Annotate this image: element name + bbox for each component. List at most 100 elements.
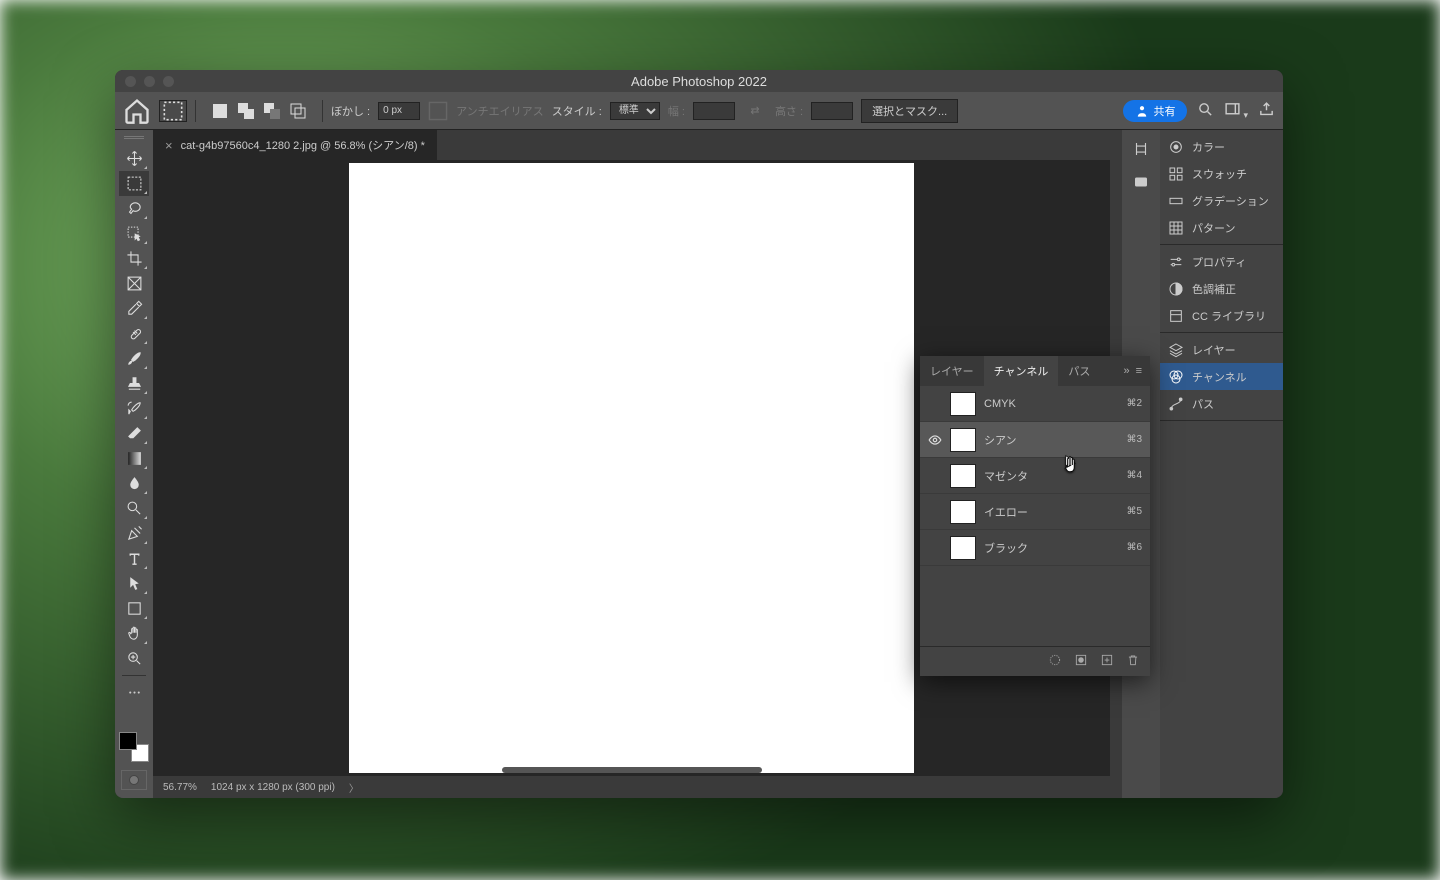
channel-name: マゼンタ (984, 468, 1118, 484)
status-menu-icon[interactable]: 〉 (349, 780, 359, 795)
object-select-tool[interactable] (119, 221, 149, 246)
right-panel-stack: カラー スウォッチ グラデーション パターン プロパティ 色調補正 CC ライブ… (1160, 130, 1283, 798)
document-tab[interactable]: × cat-g4b97560c4_1280 2.jpg @ 56.8% (シアン… (153, 130, 437, 160)
options-bar: ぼかし : アンチエイリアス スタイル : 標準 幅 : ⇄ 高さ : 選択とマ… (115, 92, 1283, 130)
panel-adjustments[interactable]: 色調補正 (1160, 275, 1283, 302)
channel-row[interactable]: CMYK ⌘2 (920, 386, 1150, 422)
style-label: スタイル : (552, 103, 602, 119)
channels-panel-footer (920, 646, 1150, 676)
search-icon[interactable] (1197, 101, 1214, 121)
load-selection-icon[interactable] (1048, 653, 1062, 670)
export-icon[interactable] (1258, 101, 1275, 121)
history-brush-tool[interactable] (119, 396, 149, 421)
channel-row[interactable]: イエロー⌘5 (920, 494, 1150, 530)
gradient-tool[interactable] (119, 446, 149, 471)
panel-channels[interactable]: チャンネル (1160, 363, 1283, 390)
type-tool[interactable] (119, 546, 149, 571)
path-select-tool[interactable] (119, 571, 149, 596)
panel-libraries[interactable]: CC ライブラリ (1160, 302, 1283, 329)
panel-properties[interactable]: プロパティ (1160, 248, 1283, 275)
brush-tool[interactable] (119, 346, 149, 371)
tool-preset[interactable] (159, 100, 187, 122)
channel-name: シアン (984, 432, 1118, 448)
zoom-level[interactable]: 56.77% (163, 782, 197, 793)
workspace-icon[interactable]: ▾ (1224, 101, 1248, 121)
channel-row[interactable]: ブラック ⌘6 (920, 530, 1150, 566)
feather-input[interactable] (378, 102, 420, 120)
channel-thumbnail (950, 500, 976, 524)
crop-tool[interactable] (119, 246, 149, 271)
collapse-panel-icon[interactable]: » (1123, 365, 1129, 377)
toolbar-grip[interactable] (124, 136, 144, 140)
toolbar (115, 130, 153, 798)
channel-thumbnail (950, 392, 976, 416)
add-selection-icon[interactable] (236, 101, 256, 121)
feather-label: ぼかし : (331, 103, 370, 119)
tab-channels[interactable]: チャンネル (984, 356, 1059, 386)
move-tool[interactable] (119, 146, 149, 171)
channel-shortcut: ⌘2 (1126, 398, 1142, 409)
antialias-label: アンチエイリアス (456, 103, 544, 119)
panel-patterns[interactable]: パターン (1160, 214, 1283, 241)
channel-row[interactable]: シアン⌘3 (920, 422, 1150, 458)
lasso-tool[interactable] (119, 196, 149, 221)
tab-paths[interactable]: パス (1058, 356, 1100, 386)
delete-channel-icon[interactable] (1126, 653, 1140, 670)
visibility-toggle[interactable] (928, 541, 942, 555)
shape-tool[interactable] (119, 596, 149, 621)
hand-tool[interactable] (119, 621, 149, 646)
tab-layers[interactable]: レイヤー (920, 356, 984, 386)
healing-tool[interactable] (119, 321, 149, 346)
channel-row[interactable]: マゼンタ⌘4 (920, 458, 1150, 494)
marquee-tool[interactable] (119, 171, 149, 196)
select-and-mask-button[interactable]: 選択とマスク... (861, 99, 958, 123)
visibility-toggle[interactable] (928, 469, 942, 483)
panel-menu-icon[interactable]: ≡ (1136, 365, 1142, 377)
eyedropper-tool[interactable] (119, 296, 149, 321)
dock-icon-2[interactable] (1132, 173, 1150, 196)
visibility-toggle[interactable] (928, 397, 942, 411)
visibility-toggle[interactable] (928, 505, 942, 519)
new-channel-icon[interactable] (1100, 653, 1114, 670)
canvas[interactable] (349, 163, 914, 773)
channels-panel-tabs: レイヤー チャンネル パス » ≡ (920, 356, 1150, 386)
dodge-tool[interactable] (119, 496, 149, 521)
zoom-tool[interactable] (119, 646, 149, 671)
swap-dimensions-icon: ⇄ (743, 101, 767, 121)
window-controls[interactable] (125, 76, 174, 87)
color-swatches[interactable] (119, 732, 149, 762)
save-selection-icon[interactable] (1074, 653, 1088, 670)
channel-shortcut: ⌘6 (1126, 542, 1142, 553)
panel-layers[interactable]: レイヤー (1160, 336, 1283, 363)
subtract-selection-icon[interactable] (262, 101, 282, 121)
width-label: 幅 : (668, 103, 685, 119)
status-bar: 56.77% 1024 px x 1280 px (300 ppi) 〉 (153, 776, 1110, 798)
document-info[interactable]: 1024 px x 1280 px (300 ppi) (211, 782, 335, 793)
share-button[interactable]: 共有 (1123, 100, 1187, 122)
intersect-selection-icon[interactable] (288, 101, 308, 121)
style-select[interactable]: 標準 (610, 102, 660, 120)
height-input (811, 102, 853, 120)
edit-toolbar-icon[interactable] (119, 680, 149, 705)
panel-paths[interactable]: パス (1160, 390, 1283, 417)
pen-tool[interactable] (119, 521, 149, 546)
horizontal-scrollbar[interactable] (502, 767, 762, 773)
height-label: 高さ : (775, 103, 803, 119)
blur-tool[interactable] (119, 471, 149, 496)
new-selection-icon[interactable] (210, 101, 230, 121)
channel-name: ブラック (984, 540, 1118, 556)
eraser-tool[interactable] (119, 421, 149, 446)
panel-color[interactable]: カラー (1160, 133, 1283, 160)
close-tab-icon[interactable]: × (165, 138, 173, 153)
quick-mask-toggle[interactable] (121, 770, 147, 790)
panel-swatches[interactable]: スウォッチ (1160, 160, 1283, 187)
frame-tool[interactable] (119, 271, 149, 296)
visibility-toggle[interactable] (928, 433, 942, 447)
width-input (693, 102, 735, 120)
home-button[interactable] (123, 100, 151, 122)
panel-gradients[interactable]: グラデーション (1160, 187, 1283, 214)
antialias-checkbox (428, 101, 448, 121)
dock-icon-1[interactable] (1132, 140, 1150, 163)
stamp-tool[interactable] (119, 371, 149, 396)
channel-name: CMYK (984, 398, 1118, 410)
